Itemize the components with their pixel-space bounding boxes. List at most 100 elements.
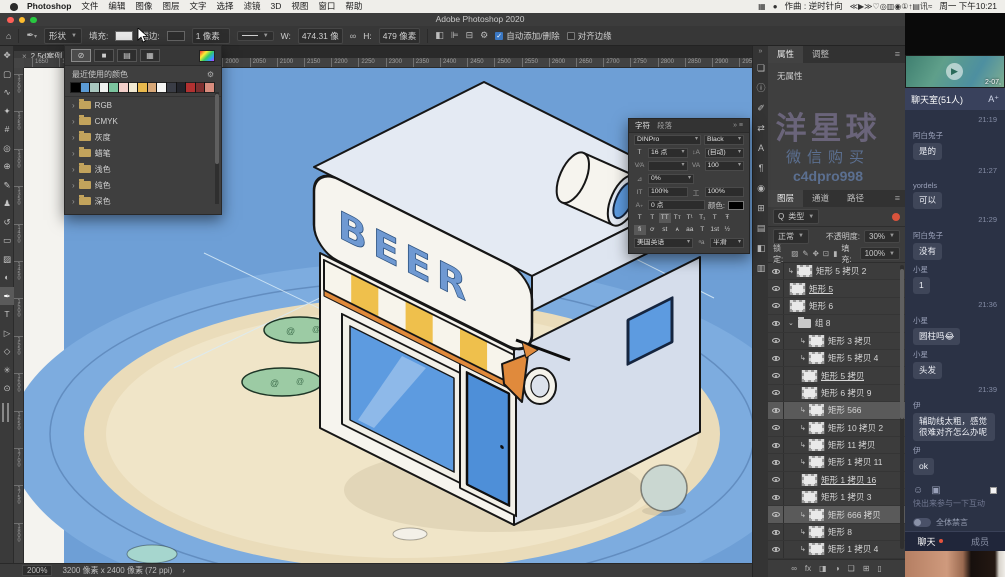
- brush-settings-panel-icon[interactable]: ✐: [753, 98, 769, 118]
- visibility-eye-icon[interactable]: [768, 437, 784, 453]
- crop-tool[interactable]: #: [0, 120, 14, 139]
- layer-row[interactable]: ↳矩形 10 拷贝 2: [768, 420, 905, 437]
- home-icon[interactable]: ⌂: [6, 31, 11, 41]
- layer-row[interactable]: 矩形 6: [768, 298, 905, 315]
- text-style-button[interactable]: T₁: [697, 213, 709, 223]
- keyboard-icon[interactable]: ▤: [912, 2, 920, 11]
- visibility-eye-icon[interactable]: [768, 420, 784, 436]
- layer-row[interactable]: 矩形 1 拷贝 16: [768, 472, 905, 489]
- quick-select-tool[interactable]: ✦: [0, 102, 14, 121]
- visibility-eye-icon[interactable]: [768, 489, 784, 505]
- font-family-select[interactable]: DINPro▾: [634, 135, 701, 145]
- tracking-field[interactable]: 100▾: [705, 161, 745, 171]
- panel-menu-icon[interactable]: ≡: [895, 46, 905, 63]
- swatch-#7e2f2f[interactable]: [196, 83, 205, 92]
- chat-message-list[interactable]: 21:19阿白兔子是的21:27yordels可以21:29阿白兔子没有小星12…: [905, 110, 1005, 482]
- layer-row[interactable]: 矩形 1 拷贝 3: [768, 489, 905, 506]
- wifi-icon[interactable]: ≈: [928, 2, 932, 11]
- visibility-eye-icon[interactable]: [768, 280, 784, 296]
- layer-name[interactable]: 矩形 1 拷贝 16: [821, 474, 876, 486]
- character-panel-menu-icon[interactable]: » ≡: [733, 122, 743, 129]
- libraries-panel-icon[interactable]: ▥: [753, 258, 769, 278]
- ruler-origin-box[interactable]: [14, 58, 24, 68]
- new-layer-icon[interactable]: ⊞: [863, 564, 870, 573]
- opacity-field[interactable]: 30%▼: [864, 230, 900, 243]
- lock-paint-icon[interactable]: ✎: [802, 249, 808, 258]
- close-window-button[interactable]: [7, 17, 14, 24]
- layer-name[interactable]: 矩形 8: [828, 526, 852, 538]
- healing-tool[interactable]: ⊕: [0, 157, 14, 176]
- baseline-shift-field[interactable]: 0 点: [648, 200, 705, 210]
- visibility-eye-icon[interactable]: [768, 541, 784, 557]
- layer-row[interactable]: ↳矩形 3 拷贝: [768, 333, 905, 350]
- tab-layers[interactable]: 图层: [768, 190, 803, 207]
- add-mask-icon[interactable]: ◨: [819, 564, 827, 573]
- gear-icon[interactable]: ⚙: [207, 70, 214, 79]
- kerning-field[interactable]: ▾: [648, 161, 688, 171]
- layer-style-icon[interactable]: fx: [805, 564, 811, 573]
- foreground-color-chip[interactable]: [2, 403, 4, 422]
- zoom-tool[interactable]: ⊙: [0, 379, 14, 398]
- layer-row[interactable]: ↳矩形 1 拷贝 11: [768, 454, 905, 471]
- swatch-group-CMYK[interactable]: ›CMYK: [65, 113, 221, 129]
- path-alignment-icon[interactable]: ⊫: [451, 30, 459, 41]
- info-panel-icon[interactable]: ⓘ: [753, 78, 769, 98]
- align-edges-checkbox[interactable]: 对齐边缘: [567, 30, 612, 42]
- layer-name[interactable]: 矩形 6 拷贝 9: [821, 387, 872, 399]
- opentype-feature-button[interactable]: 1st: [709, 225, 721, 235]
- swatch-group-深色[interactable]: ›深色: [65, 193, 221, 209]
- text-style-button[interactable]: T: [634, 213, 646, 223]
- tab-character[interactable]: 字符: [635, 120, 650, 131]
- swatch-#3a3d46[interactable]: [167, 83, 176, 92]
- layers-scrollbar-thumb[interactable]: [900, 269, 904, 419]
- swatch-#e9b94d[interactable]: [138, 83, 147, 92]
- tab-paths[interactable]: 路径: [838, 190, 873, 207]
- opentype-feature-button[interactable]: st: [659, 225, 671, 235]
- opentype-feature-button[interactable]: ½: [722, 225, 734, 235]
- image-upload-icon[interactable]: ▣: [931, 485, 940, 496]
- history-brush-tool[interactable]: ↺: [0, 213, 14, 232]
- layer-name[interactable]: 矩形 1 拷贝 4: [828, 543, 879, 555]
- visibility-eye-icon[interactable]: [768, 333, 784, 349]
- dodge-tool[interactable]: ◐: [0, 268, 14, 287]
- swatch-#d98d7e[interactable]: [205, 83, 214, 92]
- tool-mode-select[interactable]: 形状▼: [44, 28, 82, 44]
- layer-name[interactable]: 矩形 5: [809, 283, 833, 295]
- mute-all-toggle[interactable]: [913, 518, 931, 527]
- marquee-tool[interactable]: ▢: [0, 65, 14, 84]
- app-menu[interactable]: Photoshop: [27, 0, 71, 13]
- menu-文件[interactable]: 文件: [81, 1, 98, 11]
- layer-name[interactable]: 矩形 3 拷贝: [828, 335, 871, 347]
- menu-编辑[interactable]: 编辑: [108, 1, 125, 11]
- stroke-color-chip[interactable]: [167, 31, 185, 41]
- font-style-select[interactable]: Black▾: [704, 135, 744, 145]
- pattern-panel-icon[interactable]: ⊞: [753, 198, 769, 218]
- leading-field[interactable]: (自动)▾: [705, 148, 745, 158]
- language-select[interactable]: 美国英语▾: [634, 238, 693, 248]
- opentype-feature-button[interactable]: fi: [634, 225, 646, 235]
- adjustment-layer-icon[interactable]: ◑: [835, 564, 840, 573]
- swatch-group-灰度[interactable]: ›灰度: [65, 129, 221, 145]
- layer-row[interactable]: ↳矩形 566: [768, 402, 905, 419]
- visibility-eye-icon[interactable]: [768, 315, 784, 331]
- layer-name[interactable]: 矩形 666 拷贝: [828, 509, 881, 521]
- layer-name[interactable]: 矩形 11 拷贝: [828, 439, 876, 451]
- visibility-eye-icon[interactable]: [768, 402, 784, 418]
- spacing-field[interactable]: 0%▾: [648, 174, 694, 184]
- swatch-group-浅色[interactable]: ›浅色: [65, 161, 221, 177]
- swatch-#f6f6f4[interactable]: [157, 83, 166, 92]
- text-color-chip[interactable]: [728, 201, 744, 210]
- character-panel-icon[interactable]: A: [753, 138, 769, 158]
- auto-add-delete-checkbox[interactable]: ✓自动添加/删除: [495, 30, 559, 42]
- play-button-icon[interactable]: ▶: [946, 63, 963, 80]
- menu-3D[interactable]: 3D: [271, 1, 282, 11]
- visibility-eye-icon[interactable]: [768, 350, 784, 366]
- eraser-tool[interactable]: ▭: [0, 231, 14, 250]
- no-color-button[interactable]: ⊘: [71, 49, 91, 62]
- swatch-#7cc49e[interactable]: [109, 83, 118, 92]
- lock-all-icon[interactable]: ▮: [833, 249, 837, 258]
- swatch-#d8a878[interactable]: [148, 83, 157, 92]
- tab-properties[interactable]: 属性: [768, 46, 803, 63]
- menu-bar-clock[interactable]: 周一 下午10:21: [939, 0, 997, 13]
- meeting-app-icon[interactable]: 讯: [920, 2, 928, 11]
